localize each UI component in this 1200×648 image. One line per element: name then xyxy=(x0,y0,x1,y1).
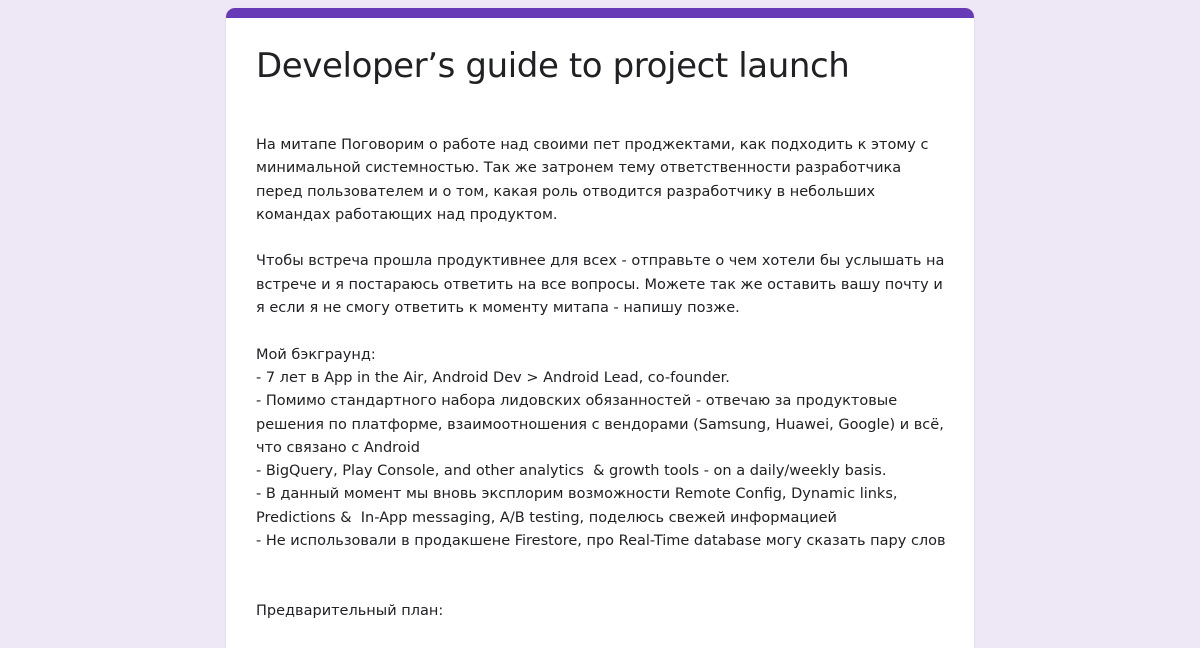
form-title: Developer’s guide to project launch xyxy=(256,46,850,86)
form-description: На митапе Поговорим о работе над своими … xyxy=(256,137,946,619)
form-header-card: Developer’s guide to project launch На м… xyxy=(226,8,974,648)
